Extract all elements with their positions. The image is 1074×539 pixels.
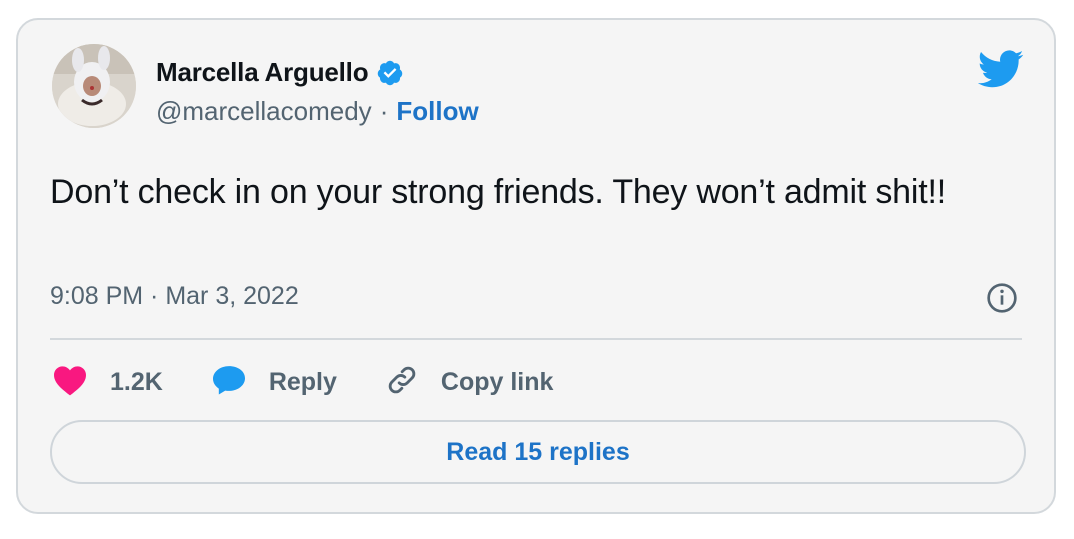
- author-name-row: Marcella Arguello: [156, 57, 404, 88]
- info-icon[interactable]: [986, 282, 1018, 319]
- speech-bubble-icon: [211, 364, 247, 401]
- copy-link-button[interactable]: Copy link: [385, 363, 554, 402]
- link-icon: [385, 363, 419, 402]
- reply-label: Reply: [268, 368, 337, 396]
- separator: ·: [379, 96, 389, 126]
- like-button[interactable]: 1.2K: [52, 364, 163, 401]
- tweet-timestamp[interactable]: 9:08 PM · Mar 3, 2022: [50, 282, 299, 311]
- avatar-image: [52, 44, 136, 128]
- divider: [50, 338, 1022, 340]
- reply-button[interactable]: Reply: [211, 364, 337, 401]
- like-count: 1.2K: [110, 368, 163, 396]
- read-replies-button[interactable]: Read 15 replies: [50, 420, 1026, 484]
- tweet-text: Don’t check in on your strong friends. T…: [50, 173, 946, 211]
- follow-button[interactable]: Follow: [396, 96, 478, 127]
- avatar[interactable]: [52, 44, 136, 128]
- author-handle[interactable]: @marcellacomedy: [156, 96, 372, 127]
- copy-link-label: Copy link: [440, 368, 554, 396]
- heart-icon: [52, 364, 88, 401]
- tweet-card: Marcella Arguello @marcellacomedy · Foll…: [16, 18, 1056, 514]
- tweet-actions: 1.2K Reply Copy link: [52, 363, 601, 402]
- author-name[interactable]: Marcella Arguello: [156, 57, 369, 88]
- author-handle-row: @marcellacomedy · Follow: [156, 96, 479, 127]
- verified-badge-icon: [376, 59, 404, 87]
- twitter-bird-icon[interactable]: [976, 50, 1024, 95]
